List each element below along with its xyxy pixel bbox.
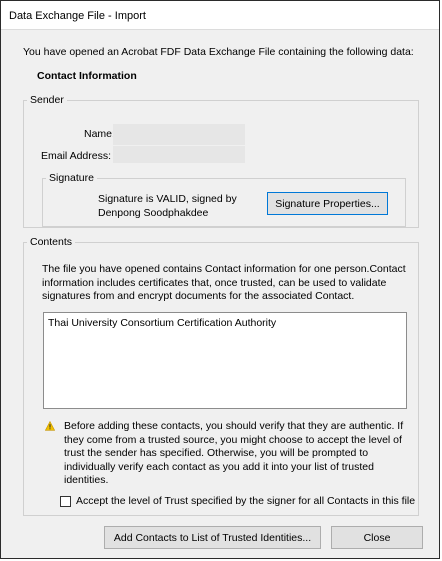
name-label: Name: — [84, 128, 115, 140]
import-dialog: Data Exchange File - Import You have ope… — [0, 0, 440, 559]
sender-legend: Sender — [30, 94, 64, 106]
warning-triangle-icon — [45, 421, 55, 431]
warning-text: Before adding these contacts, you should… — [64, 420, 404, 486]
accept-trust-label[interactable]: Accept the level of Trust specified by t… — [76, 495, 415, 507]
signature-status-line1: Signature is VALID, signed by — [98, 193, 237, 205]
signature-status: Signature is VALID, signed by Denpong So… — [98, 192, 237, 220]
signature-group: Signature Signature is VALID, signed by … — [42, 172, 406, 227]
signature-properties-button[interactable]: Signature Properties... — [267, 192, 388, 215]
contacts-listbox[interactable]: Thai University Consortium Certification… — [43, 312, 407, 409]
email-value-redacted — [113, 146, 245, 163]
window-title: Data Exchange File - Import — [9, 10, 146, 22]
signature-legend: Signature — [49, 172, 94, 184]
sender-group: Sender Name: Email Address: Signature Si… — [23, 94, 419, 228]
add-contacts-button[interactable]: Add Contacts to List of Trusted Identiti… — [104, 526, 321, 549]
accept-trust-option[interactable]: Accept the level of Trust specified by t… — [60, 495, 415, 507]
contents-description: The file you have opened contains Contac… — [42, 263, 406, 302]
accept-trust-checkbox[interactable] — [60, 495, 71, 507]
email-label: Email Address: — [41, 150, 112, 162]
title-bar[interactable]: Data Exchange File - Import — [1, 1, 439, 30]
signer-name: Denpong Soodphakdee — [98, 207, 209, 219]
intro-text: You have opened an Acrobat FDF Data Exch… — [23, 46, 414, 58]
contents-legend: Contents — [30, 236, 73, 248]
name-value-redacted — [113, 124, 245, 145]
contact-info-heading: Contact Information — [37, 70, 137, 82]
contents-group: Contents The file you have opened contai… — [23, 236, 419, 516]
close-button[interactable]: Close — [331, 526, 423, 549]
list-item[interactable]: Thai University Consortium Certification… — [48, 317, 276, 329]
